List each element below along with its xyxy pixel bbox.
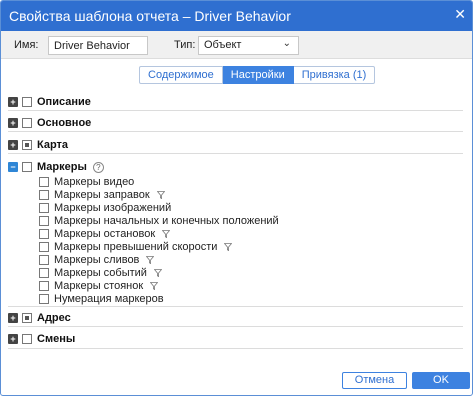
expand-icon[interactable]: +: [8, 140, 18, 150]
marker-item-numbering[interactable]: Нумерация маркеров: [39, 293, 164, 305]
tab-bar: Содержимое Настройки Привязка (1): [139, 66, 376, 84]
expand-icon[interactable]: +: [8, 118, 18, 128]
section-label: Смены: [37, 333, 76, 345]
section-address: + Адрес: [8, 307, 463, 327]
filter-icon[interactable]: [146, 256, 155, 264]
section-label: Описание: [37, 96, 91, 108]
section-checkbox[interactable]: [22, 162, 32, 172]
tab-content[interactable]: Содержимое: [139, 66, 223, 84]
tab-settings[interactable]: Настройки: [222, 66, 294, 84]
report-template-dialog: Свойства шаблона отчета – Driver Behavio…: [0, 0, 473, 396]
marker-item-fillings[interactable]: Маркеры заправок: [39, 189, 165, 201]
section-general: + Основное: [8, 111, 463, 132]
expand-icon[interactable]: +: [8, 97, 18, 107]
item-checkbox[interactable]: [39, 281, 49, 291]
filter-icon[interactable]: [153, 269, 162, 277]
filter-icon[interactable]: [150, 282, 159, 290]
section-description: + Описание: [8, 90, 463, 111]
marker-item-stops[interactable]: Маркеры остановок: [39, 228, 171, 240]
section-checkbox[interactable]: [22, 313, 32, 323]
dialog-title: Свойства шаблона отчета – Driver Behavio…: [9, 8, 291, 24]
expand-icon[interactable]: +: [8, 313, 18, 323]
section-map: + Карта: [8, 132, 463, 154]
item-label: Маркеры видео: [54, 176, 135, 188]
item-label: Маркеры заправок: [54, 189, 150, 201]
item-checkbox[interactable]: [39, 268, 49, 278]
cancel-button[interactable]: Отмена: [342, 372, 407, 389]
marker-item-speeding[interactable]: Маркеры превышений скорости: [39, 241, 233, 253]
item-label: Маркеры сливов: [54, 254, 140, 266]
close-icon[interactable]: ✕: [454, 7, 466, 21]
filter-icon[interactable]: [156, 191, 165, 199]
collapse-icon[interactable]: −: [8, 162, 18, 172]
chevron-down-icon: ⌄: [282, 38, 291, 49]
item-checkbox[interactable]: [39, 190, 49, 200]
section-label: Карта: [37, 139, 69, 151]
section-checkbox[interactable]: [22, 140, 32, 150]
name-input[interactable]: [48, 36, 148, 55]
help-icon[interactable]: ?: [92, 161, 104, 173]
item-checkbox[interactable]: [39, 229, 49, 239]
item-checkbox[interactable]: [39, 177, 49, 187]
item-label: Маркеры событий: [54, 267, 147, 279]
dialog-titlebar[interactable]: Свойства шаблона отчета – Driver Behavio…: [1, 1, 472, 31]
section-checkbox[interactable]: [22, 118, 32, 128]
marker-item-drains[interactable]: Маркеры сливов: [39, 254, 155, 266]
section-shifts: + Смены: [8, 327, 463, 349]
section-label: Основное: [37, 117, 92, 129]
item-label: Маркеры стоянок: [54, 280, 144, 292]
dialog-footer: Отмена OK: [1, 365, 472, 395]
marker-item-video[interactable]: Маркеры видео: [39, 176, 134, 188]
name-label: Имя:: [14, 39, 39, 51]
section-checkbox[interactable]: [22, 334, 32, 344]
section-label: Адрес: [37, 312, 71, 324]
section-checkbox[interactable]: [22, 97, 32, 107]
item-label: Маркеры начальных и конечных положений: [54, 215, 279, 227]
item-label: Маркеры остановок: [54, 228, 156, 240]
item-label: Маркеры изображений: [54, 202, 172, 214]
item-checkbox[interactable]: [39, 216, 49, 226]
item-checkbox[interactable]: [39, 242, 49, 252]
section-markers: − Маркеры ? Маркеры видео Маркеры заправ…: [8, 154, 463, 307]
name-type-bar: Имя: Тип: Объект ⌄: [1, 31, 472, 59]
filter-icon[interactable]: [162, 230, 171, 238]
type-label: Тип:: [174, 39, 196, 51]
item-label: Нумерация маркеров: [54, 293, 164, 305]
marker-item-images[interactable]: Маркеры изображений: [39, 202, 171, 214]
expand-icon[interactable]: +: [8, 334, 18, 344]
item-checkbox[interactable]: [39, 203, 49, 213]
ok-button[interactable]: OK: [412, 372, 470, 389]
marker-item-parkings[interactable]: Маркеры стоянок: [39, 280, 159, 292]
section-label: Маркеры: [37, 161, 87, 173]
tab-binding[interactable]: Привязка (1): [293, 66, 376, 84]
type-select-value: Объект: [204, 39, 242, 51]
marker-item-events[interactable]: Маркеры событий: [39, 267, 162, 279]
item-checkbox[interactable]: [39, 294, 49, 304]
item-checkbox[interactable]: [39, 255, 49, 265]
marker-item-start-end[interactable]: Маркеры начальных и конечных положений: [39, 215, 279, 227]
type-select[interactable]: Объект ⌄: [198, 36, 299, 55]
filter-icon[interactable]: [224, 243, 233, 251]
item-label: Маркеры превышений скорости: [54, 241, 218, 253]
